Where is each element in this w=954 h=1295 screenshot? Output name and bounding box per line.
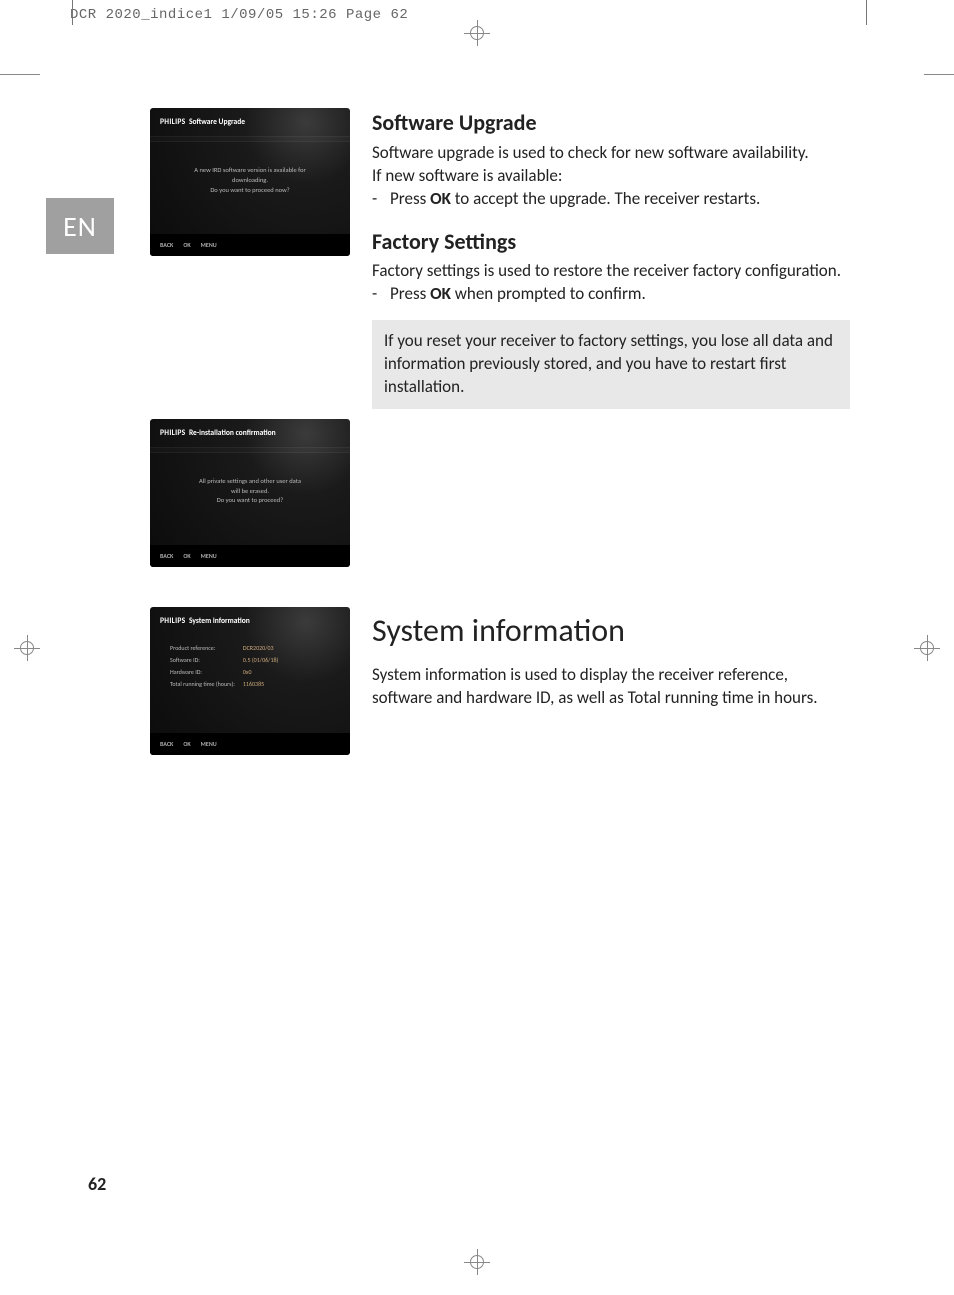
- paragraph: If new software is available:: [372, 165, 850, 188]
- heading-software-upgrade: Software Upgrade: [372, 108, 850, 138]
- trim-mark-right: [924, 74, 954, 75]
- registration-mark-left: [14, 635, 40, 661]
- softkey-menu: MENU: [201, 241, 217, 249]
- softkey-ok: OK: [183, 552, 190, 560]
- brand-label: PHILIPS: [160, 617, 186, 626]
- screenshot-system-information: PHILIPS System information Product refer…: [150, 607, 350, 755]
- registration-mark-right: [914, 635, 940, 661]
- screen-msg-line: downloading.: [160, 176, 340, 186]
- brand-label: PHILIPS: [160, 118, 186, 127]
- trim-mark-left: [0, 74, 40, 75]
- softkey-menu: MENU: [201, 740, 217, 748]
- language-tab: EN: [46, 198, 114, 254]
- softkey-ok: OK: [183, 241, 190, 249]
- page-number: 62: [88, 1173, 106, 1195]
- screenshot-software-upgrade: PHILIPS Software Upgrade A new IRD softw…: [150, 108, 350, 256]
- softkey-back: BACK: [160, 740, 173, 748]
- paragraph: System information is used to display th…: [372, 664, 850, 710]
- screen-msg-line: A new IRD software version is available …: [160, 166, 340, 176]
- softkey-menu: MENU: [201, 552, 217, 560]
- brand-label: PHILIPS: [160, 429, 186, 438]
- softkey-back: BACK: [160, 241, 173, 249]
- screen-msg-line: will be erased.: [160, 487, 340, 497]
- list-item: - Press OK to accept the upgrade. The re…: [372, 188, 850, 211]
- screen-msg-line: Do you want to proceed?: [160, 496, 340, 506]
- li-text: Press: [390, 188, 430, 209]
- screen-title: Software Upgrade: [189, 118, 245, 127]
- sysinfo-table: Product reference:DCR2020/03 Software ID…: [168, 641, 286, 691]
- li-bold: OK: [430, 188, 451, 209]
- screen-msg-line: Do you want to proceed now?: [160, 186, 340, 196]
- registration-mark-bottom: [464, 1249, 490, 1275]
- paragraph: Software upgrade is used to check for ne…: [372, 142, 850, 165]
- screen-title: System information: [189, 617, 250, 626]
- registration-mark-top: [464, 20, 490, 46]
- screenshot-reinstallation: PHILIPS Re-installation confirmation All…: [150, 419, 350, 567]
- screen-title: Re-installation confirmation: [189, 429, 276, 438]
- page-content: PHILIPS Software Upgrade A new IRD softw…: [150, 108, 850, 777]
- screen-msg-line: All private settings and other user data: [160, 477, 340, 487]
- heading-system-information: System information: [372, 609, 850, 652]
- softkey-back: BACK: [160, 552, 173, 560]
- li-text: to accept the upgrade. The receiver rest…: [451, 188, 760, 209]
- softkey-ok: OK: [183, 740, 190, 748]
